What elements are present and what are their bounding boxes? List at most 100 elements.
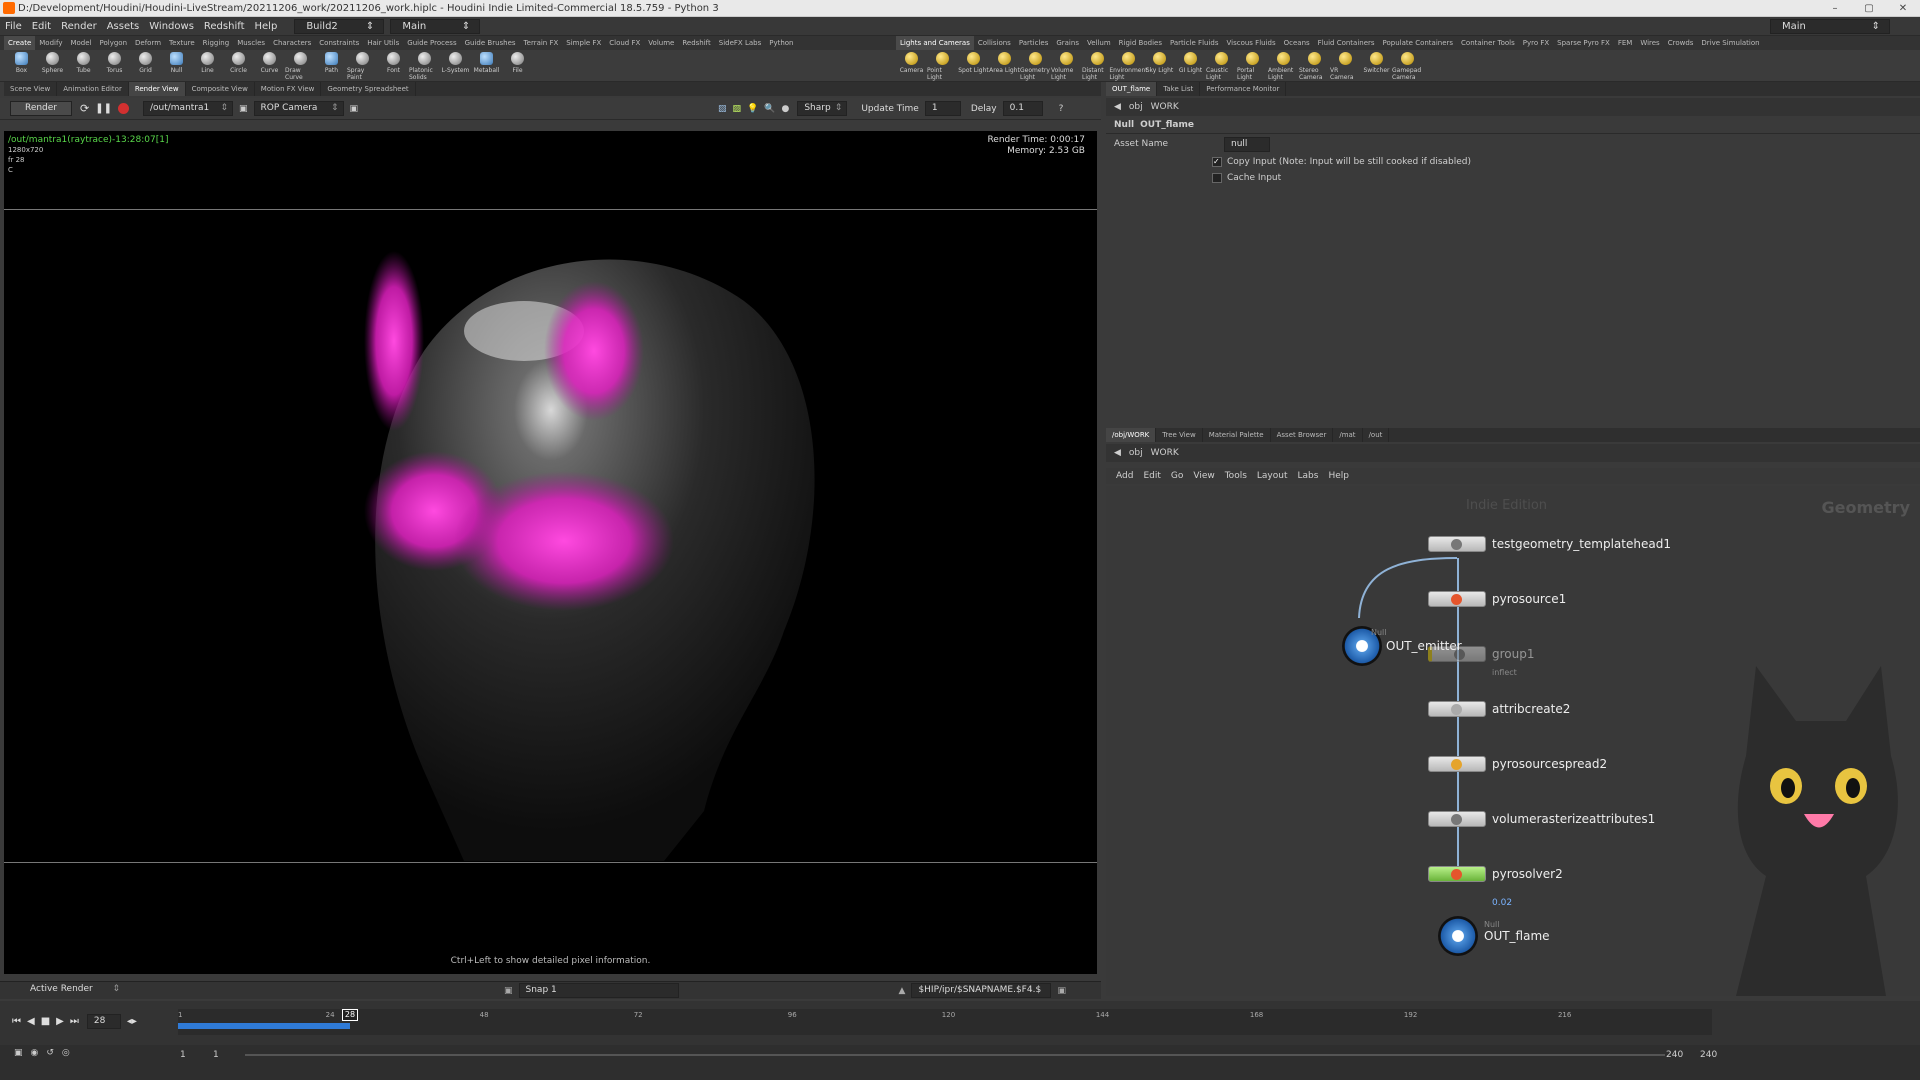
tab-out[interactable]: /out: [1363, 428, 1390, 442]
range-start-2[interactable]: 1: [213, 1050, 219, 1060]
render-viewport[interactable]: /out/mantra1(raytrace)-13:28:07[1] 1280x…: [4, 131, 1097, 974]
menu-file[interactable]: File: [0, 21, 27, 32]
sharp-select[interactable]: Sharp ⇕: [797, 101, 848, 116]
help-icon[interactable]: ?: [1059, 104, 1064, 114]
tab-python[interactable]: Python: [765, 36, 797, 50]
back-icon[interactable]: ◀: [1114, 102, 1121, 112]
tool-circle[interactable]: Circle: [223, 50, 254, 82]
last-frame-icon[interactable]: ⏭: [70, 1016, 79, 1027]
first-frame-icon[interactable]: ⏮: [12, 1016, 21, 1027]
tab-collisions[interactable]: Collisions: [974, 36, 1015, 50]
tool-gamepad-camera[interactable]: Gamepad Camera: [1392, 50, 1423, 82]
tool-geometry-light[interactable]: Geometry Light: [1020, 50, 1051, 82]
tool-sky-light[interactable]: Sky Light: [1144, 50, 1175, 82]
tab-modify[interactable]: Modify: [35, 36, 66, 50]
tab-sidefx-labs[interactable]: SideFX Labs: [715, 36, 765, 50]
tool-path[interactable]: Path: [316, 50, 347, 82]
copy-input-checkbox[interactable]: ✓: [1212, 157, 1222, 167]
net-menu-edit[interactable]: Edit: [1143, 471, 1160, 481]
node-pyrosolver2[interactable]: pyrosolver2: [1428, 866, 1563, 882]
preview-icon[interactable]: ▨: [733, 104, 742, 114]
tab-guide-brushes[interactable]: Guide Brushes: [461, 36, 520, 50]
tab-out-flame[interactable]: OUT_flame: [1106, 82, 1158, 96]
tab-take-list[interactable]: Take List: [1157, 82, 1201, 96]
node-attribcreate2[interactable]: attribcreate2: [1428, 701, 1570, 717]
tab-cloud-fx[interactable]: Cloud FX: [605, 36, 644, 50]
tool-volume-light[interactable]: Volume Light: [1051, 50, 1082, 82]
tool-vr-camera[interactable]: VR Camera: [1330, 50, 1361, 82]
camera-pick-icon[interactable]: ▣: [239, 104, 248, 114]
play-icon[interactable]: ▶: [56, 1016, 64, 1027]
tab-viscous-fluids[interactable]: Viscous Fluids: [1223, 36, 1280, 50]
net-network-crumb[interactable]: WORK: [1151, 448, 1179, 458]
tool-null[interactable]: Null: [161, 50, 192, 82]
tool-tube[interactable]: Tube: [68, 50, 99, 82]
tool-curve[interactable]: Curve: [254, 50, 285, 82]
tab-redshift[interactable]: Redshift: [678, 36, 714, 50]
tab-rigging[interactable]: Rigging: [199, 36, 234, 50]
loop-icon[interactable]: ↺: [46, 1048, 54, 1058]
timeline-track[interactable]: 28 1 24 48 72 96 120 144 168 192 216: [178, 1009, 1712, 1035]
tab-characters[interactable]: Characters: [269, 36, 315, 50]
range-end[interactable]: 240: [1666, 1050, 1683, 1060]
net-menu-go[interactable]: Go: [1171, 471, 1183, 481]
node-testgeometry[interactable]: testgeometry_templatehead1: [1428, 536, 1671, 552]
snapshot-name-field[interactable]: Snap 1: [518, 983, 679, 998]
active-render-select[interactable]: Active Render ⇕: [24, 983, 124, 998]
range-slider[interactable]: [245, 1054, 1665, 1056]
menu-render[interactable]: Render: [56, 21, 102, 32]
step-icon[interactable]: ◂▸: [127, 1016, 137, 1027]
tool-torus[interactable]: Torus: [99, 50, 130, 82]
tool-spot-light[interactable]: Spot Light: [958, 50, 989, 82]
tab-material-palette[interactable]: Material Palette: [1203, 428, 1271, 442]
tool-distant-light[interactable]: Distant Light: [1082, 50, 1113, 82]
minimize-icon[interactable]: –: [1818, 0, 1852, 17]
menu-edit[interactable]: Edit: [27, 21, 56, 32]
tool-environment-light[interactable]: Environment Light: [1109, 50, 1148, 82]
menu-help[interactable]: Help: [250, 21, 283, 32]
tool-portal-light[interactable]: Portal Light: [1237, 50, 1268, 82]
tab-drive-simulation[interactable]: Drive Simulation: [1697, 36, 1763, 50]
snapshot-icon[interactable]: ▣: [504, 986, 513, 996]
tool-point-light[interactable]: Point Light: [927, 50, 958, 82]
save-snapshot-icon[interactable]: ▲: [899, 986, 906, 996]
tab-fem[interactable]: FEM: [1614, 36, 1637, 50]
obj-crumb[interactable]: obj: [1129, 102, 1143, 112]
tab-mat[interactable]: /mat: [1333, 428, 1363, 442]
tool-grid[interactable]: Grid: [130, 50, 161, 82]
render-button[interactable]: Render: [10, 101, 72, 116]
tab-pyro-fx[interactable]: Pyro FX: [1519, 36, 1553, 50]
tab-fluid-containers[interactable]: Fluid Containers: [1314, 36, 1379, 50]
tab-volume[interactable]: Volume: [644, 36, 678, 50]
pause-icon[interactable]: ❚❚: [95, 103, 112, 114]
tool-caustic-light[interactable]: Caustic Light: [1206, 50, 1237, 82]
tab-animation-editor[interactable]: Animation Editor: [57, 82, 129, 96]
node-out-emitter[interactable]: OUT_emitter: [1342, 626, 1462, 666]
menu-assets[interactable]: Assets: [102, 21, 145, 32]
tab-wires[interactable]: Wires: [1636, 36, 1663, 50]
close-icon[interactable]: ✕: [1886, 0, 1920, 17]
cache-input-checkbox[interactable]: [1212, 173, 1222, 183]
net-obj-crumb[interactable]: obj: [1129, 448, 1143, 458]
tab-deform[interactable]: Deform: [131, 36, 165, 50]
tab-grains[interactable]: Grains: [1052, 36, 1083, 50]
save-icon[interactable]: ▣: [1057, 986, 1066, 996]
tab-scene-view[interactable]: Scene View: [4, 82, 58, 96]
tab-rigid-bodies[interactable]: Rigid Bodies: [1115, 36, 1166, 50]
tool-l-system[interactable]: L-System: [440, 50, 471, 82]
refresh-icon[interactable]: ⟳: [80, 102, 89, 115]
tool-area-light[interactable]: Area Light: [989, 50, 1020, 82]
tool-spray-paint[interactable]: Spray Paint: [347, 50, 378, 82]
tab-guide-process[interactable]: Guide Process: [403, 36, 460, 50]
tool-box[interactable]: Box: [6, 50, 37, 82]
tab-terrain-fx[interactable]: Terrain FX: [520, 36, 563, 50]
audio-icon[interactable]: ◉: [31, 1048, 39, 1058]
main-desktop-select[interactable]: Main ⇕: [390, 18, 481, 34]
menu-redshift[interactable]: Redshift: [199, 21, 250, 32]
network-crumb[interactable]: WORK: [1151, 102, 1179, 112]
tool-font[interactable]: Font: [378, 50, 409, 82]
tab-model[interactable]: Model: [66, 36, 95, 50]
tab-asset-browser[interactable]: Asset Browser: [1271, 428, 1334, 442]
tool-sphere[interactable]: Sphere: [37, 50, 68, 82]
build-desktop-select[interactable]: Build2 ⇕: [294, 18, 385, 34]
